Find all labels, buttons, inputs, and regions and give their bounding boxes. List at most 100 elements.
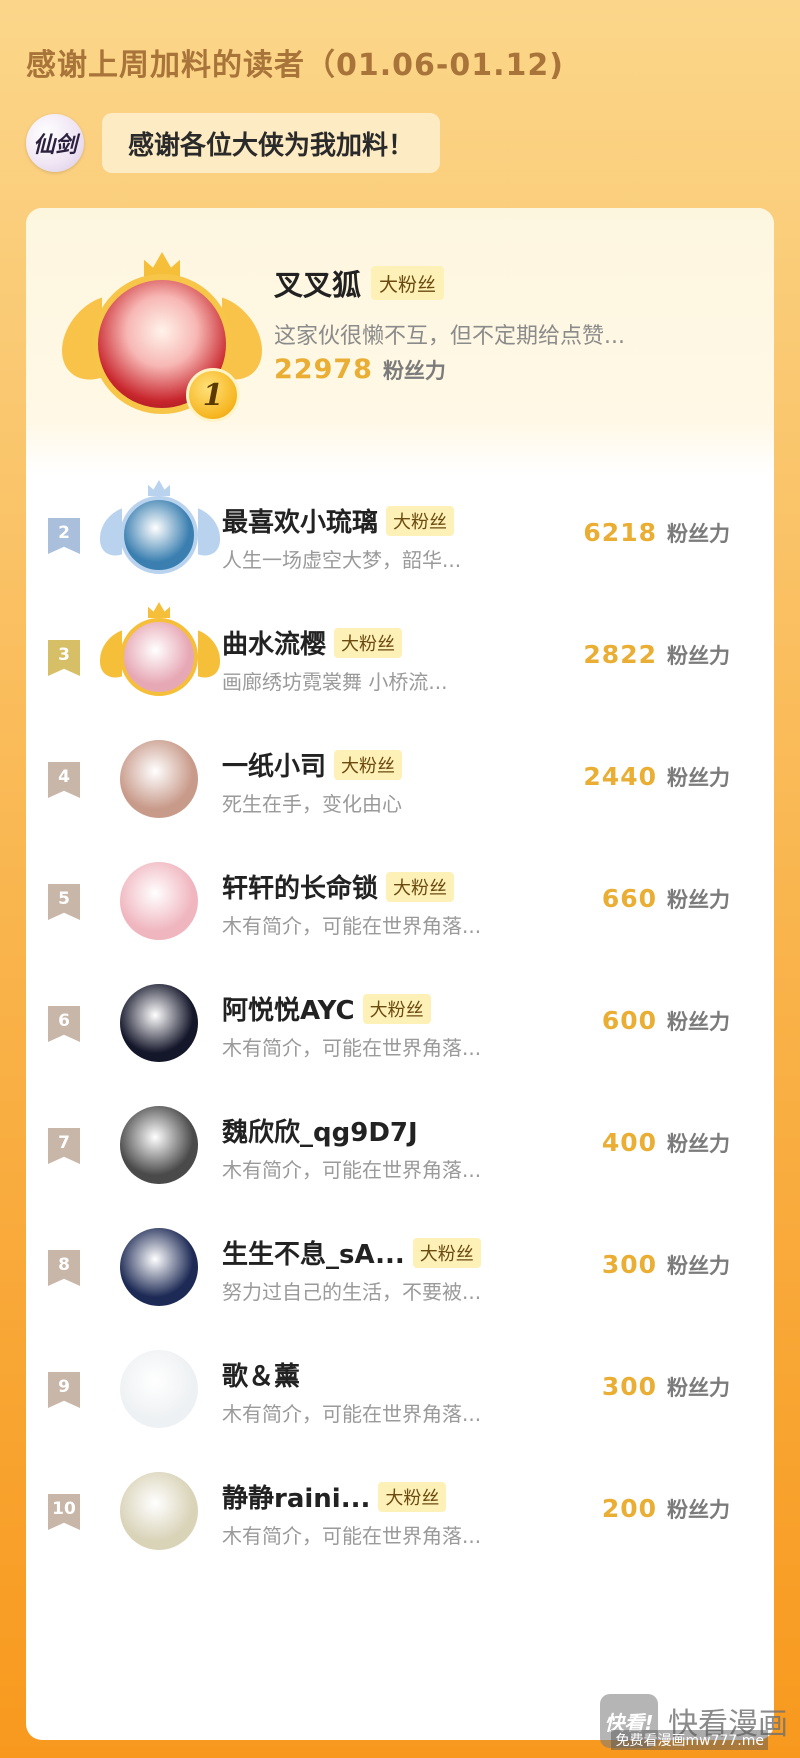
avatar[interactable] xyxy=(120,496,198,574)
top-fan-name[interactable]: 叉叉狐 xyxy=(274,262,361,304)
watermark-url: 免费看漫画mw777.me xyxy=(611,1730,768,1750)
rank-ribbon-icon: 4 xyxy=(48,762,80,798)
xianjian-logo[interactable]: 仙剑 xyxy=(26,114,84,172)
big-fan-badge: 大粉丝 xyxy=(378,1481,447,1512)
score-unit: 粉丝力 xyxy=(667,644,730,668)
avatar-frame xyxy=(100,718,220,840)
fan-name[interactable]: 魏欣欣_qg9D7J xyxy=(222,1112,418,1149)
big-fan-badge: 大粉丝 xyxy=(362,993,431,1024)
fan-score: 400 xyxy=(601,1128,657,1157)
fan-score: 2822 xyxy=(583,640,657,669)
list-item[interactable]: 2 最喜欢小琉璃 大粉丝人生一场虚空大梦，韶华... 6218 粉丝力 xyxy=(26,474,774,596)
list-item[interactable]: 4 一纸小司 大粉丝死生在手，变化由心 2440 粉丝力 xyxy=(26,718,774,840)
fan-score: 300 xyxy=(601,1372,657,1401)
avatar-frame xyxy=(100,1206,220,1328)
score-unit: 粉丝力 xyxy=(667,522,730,546)
fan-name[interactable]: 最喜欢小琉璃 xyxy=(222,502,378,539)
top-fan-section[interactable]: 1 叉叉狐 大粉丝 这家伙很懒不互，但不定期给点赞... 22978 粉丝力 xyxy=(26,208,774,474)
wing-right-icon xyxy=(198,508,220,562)
avatar-frame xyxy=(100,596,220,718)
big-fan-badge: 大粉丝 xyxy=(371,266,445,300)
avatar-frame xyxy=(100,1328,220,1450)
kuaikan-watermark: 快看! 快看漫画 免费看漫画mw777.me xyxy=(600,1694,788,1750)
fan-bio: 画廊绣坊霓裳舞 小桥流... xyxy=(222,670,448,694)
fan-bio: 木有简介，可能在世界角落... xyxy=(222,1524,482,1548)
score-unit: 粉丝力 xyxy=(667,766,730,790)
wing-left-icon xyxy=(100,630,122,684)
rank-ribbon-icon: 9 xyxy=(48,1372,80,1408)
score-unit: 粉丝力 xyxy=(667,1254,730,1278)
wing-right-icon xyxy=(198,630,220,684)
fan-score: 300 xyxy=(601,1250,657,1279)
avatar-frame xyxy=(100,474,220,596)
avatar-frame xyxy=(100,1084,220,1206)
fan-bio: 木有简介，可能在世界角落... xyxy=(222,1402,482,1426)
big-fan-badge: 大粉丝 xyxy=(334,627,403,658)
fan-bio: 木有简介，可能在世界角落... xyxy=(222,1158,482,1182)
avatar[interactable] xyxy=(120,618,198,696)
avatar[interactable] xyxy=(120,1106,198,1184)
fan-score: 660 xyxy=(601,884,657,913)
list-item[interactable]: 6 阿悦悦AYC 大粉丝木有简介，可能在世界角落... 600 粉丝力 xyxy=(26,962,774,1084)
avatar[interactable] xyxy=(120,1472,198,1550)
fan-score: 2440 xyxy=(583,762,657,791)
wing-left-icon xyxy=(100,508,122,562)
thanks-message-row: 仙剑 感谢各位大侠为我加料！ xyxy=(26,112,441,174)
top-fan-score: 22978 xyxy=(274,354,373,385)
fan-name[interactable]: 一纸小司 xyxy=(222,746,326,783)
big-fan-badge: 大粉丝 xyxy=(386,871,455,902)
fan-score: 6218 xyxy=(583,518,657,547)
avatar[interactable] xyxy=(120,1350,198,1428)
avatar-frame xyxy=(100,1450,220,1572)
rank-ribbon-icon: 3 xyxy=(48,640,80,676)
rank-one-medal-icon: 1 xyxy=(186,368,240,422)
score-unit: 粉丝力 xyxy=(667,888,730,912)
score-unit: 粉丝力 xyxy=(667,1010,730,1034)
avatar-frame xyxy=(100,840,220,962)
avatar-frame xyxy=(100,962,220,1084)
rank-ribbon-icon: 7 xyxy=(48,1128,80,1164)
list-item[interactable]: 7 魏欣欣_qg9D7J 木有简介，可能在世界角落... 400 粉丝力 xyxy=(26,1084,774,1206)
list-item[interactable]: 3 曲水流樱 大粉丝画廊绣坊霓裳舞 小桥流... 2822 粉丝力 xyxy=(26,596,774,718)
top-fan-bio: 这家伙很懒不互，但不定期给点赞... xyxy=(274,324,625,349)
list-item[interactable]: 9 歌＆薰木有简介，可能在世界角落... 300 粉丝力 xyxy=(26,1328,774,1450)
fan-score: 600 xyxy=(601,1006,657,1035)
score-unit: 粉丝力 xyxy=(667,1132,730,1156)
avatar[interactable] xyxy=(120,984,198,1062)
crown-icon xyxy=(148,602,170,618)
avatar[interactable] xyxy=(120,862,198,940)
list-item[interactable]: 8 生生不息_sA... 大粉丝努力过自己的生活，不要被... 300 粉丝力 xyxy=(26,1206,774,1328)
avatar[interactable] xyxy=(120,740,198,818)
fan-name[interactable]: 曲水流樱 xyxy=(222,624,326,661)
fan-name[interactable]: 阿悦悦AYC xyxy=(222,990,355,1027)
fan-score: 200 xyxy=(601,1494,657,1523)
rank-ribbon-icon: 5 xyxy=(48,884,80,920)
score-unit: 粉丝力 xyxy=(667,1376,730,1400)
fan-ranking-card: 1 叉叉狐 大粉丝 这家伙很懒不互，但不定期给点赞... 22978 粉丝力 2… xyxy=(26,208,774,1740)
score-unit: 粉丝力 xyxy=(382,359,446,383)
list-item[interactable]: 10 静静raini... 大粉丝木有简介，可能在世界角落... 200 粉丝力 xyxy=(26,1450,774,1572)
fan-bio: 努力过自己的生活，不要被... xyxy=(222,1280,482,1304)
avatar[interactable] xyxy=(120,1228,198,1306)
fan-name[interactable]: 静静raini... xyxy=(222,1478,370,1515)
fan-bio: 死生在手，变化由心 xyxy=(222,792,402,816)
fan-bio: 人生一场虚空大梦，韶华... xyxy=(222,548,462,572)
top-fan-avatar-frame: 1 xyxy=(62,252,262,428)
big-fan-badge: 大粉丝 xyxy=(386,505,455,536)
big-fan-badge: 大粉丝 xyxy=(334,749,403,780)
rank-ribbon-icon: 8 xyxy=(48,1250,80,1286)
score-unit: 粉丝力 xyxy=(667,1498,730,1522)
list-item[interactable]: 5 轩轩的长命锁 大粉丝木有简介，可能在世界角落... 660 粉丝力 xyxy=(26,840,774,962)
rank-ribbon-icon: 10 xyxy=(48,1494,80,1530)
rank-ribbon-icon: 6 xyxy=(48,1006,80,1042)
fan-name[interactable]: 生生不息_sA... xyxy=(222,1234,405,1271)
page-title: 感谢上周加料的读者（01.06-01.12) xyxy=(26,48,564,83)
thanks-bubble: 感谢各位大侠为我加料！ xyxy=(102,113,441,173)
crown-icon xyxy=(148,480,170,496)
fan-bio: 木有简介，可能在世界角落... xyxy=(222,1036,482,1060)
fan-bio: 木有简介，可能在世界角落... xyxy=(222,914,482,938)
big-fan-badge: 大粉丝 xyxy=(412,1237,481,1268)
fan-name[interactable]: 歌＆薰 xyxy=(222,1356,300,1393)
fan-name[interactable]: 轩轩的长命锁 xyxy=(222,868,378,905)
rank-ribbon-icon: 2 xyxy=(48,518,80,554)
